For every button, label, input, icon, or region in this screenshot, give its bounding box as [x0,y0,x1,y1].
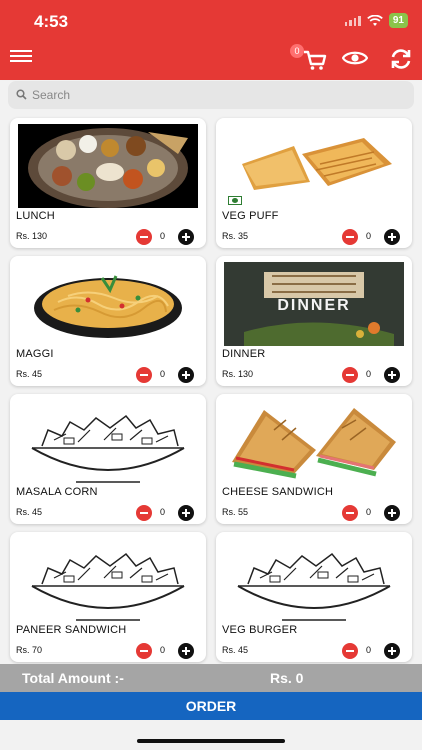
item-price: Rs. 45 [16,507,43,517]
item-quantity: 0 [366,645,372,655]
item-name: VEG BURGER [222,624,298,636]
item-quantity: 0 [160,507,166,517]
decrease-quantity-button[interactable] [136,367,152,383]
salad-bowl-sketch-image [18,400,198,484]
total-amount-label: Total Amount :- [22,670,124,686]
item-name: VEG PUFF [222,210,279,222]
sync-icon[interactable] [389,47,413,71]
decrease-quantity-button[interactable] [136,643,152,659]
menu-item-card[interactable]: CHEESE SANDWICH Rs. 55 0 [216,394,412,524]
item-name: CHEESE SANDWICH [222,486,334,498]
item-price: Rs. 130 [16,231,48,241]
increase-quantity-button[interactable] [384,367,400,383]
veg-puff-image [224,124,404,208]
menu-item-card[interactable]: MAGGI Rs. 45 0 [10,256,206,386]
decrease-quantity-button[interactable] [136,505,152,521]
item-quantity: 0 [160,645,166,655]
app-header: 4:53 91 0 [0,0,422,80]
decrease-quantity-button[interactable] [342,643,358,659]
item-name: PANEER SANDWICH [16,624,127,636]
item-price: Rs. 45 [16,369,43,379]
item-quantity: 0 [366,369,372,379]
increase-quantity-button[interactable] [178,505,194,521]
maggi-noodles-image [18,262,198,346]
menu-item-card[interactable]: VEG PUFF Rs. 35 0 [216,118,412,248]
lunch-thali-image [18,124,198,208]
item-name: MASALA CORN [16,486,98,498]
decrease-quantity-button[interactable] [342,367,358,383]
menu-item-card[interactable]: VEG BURGER Rs. 45 0 [216,532,412,662]
increase-quantity-button[interactable] [178,229,194,245]
increase-quantity-button[interactable] [384,643,400,659]
dinner-image: DINNER [224,262,404,346]
salad-bowl-sketch-image [18,538,198,622]
menu-icon[interactable] [10,50,32,66]
item-quantity: 0 [366,507,372,517]
search-bar [8,81,414,109]
search-input[interactable] [32,86,402,104]
item-price: Rs. 130 [222,369,254,379]
total-amount-value: Rs. 0 [270,670,304,686]
menu-item-card[interactable]: MASALA CORN Rs. 45 0 [10,394,206,524]
item-price: Rs. 55 [222,507,249,517]
item-price: Rs. 45 [222,645,249,655]
increase-quantity-button[interactable] [384,229,400,245]
salad-bowl-sketch-image [224,538,404,622]
eye-icon[interactable] [342,49,368,67]
decrease-quantity-button[interactable] [342,229,358,245]
item-name: MAGGI [16,348,54,360]
veg-indicator-icon [228,196,242,205]
order-button[interactable]: ORDER [0,692,422,720]
item-name: DINNER [222,348,266,360]
signal-icon [344,15,361,26]
search-icon [16,89,27,100]
home-indicator [137,739,285,743]
item-name: LUNCH [16,210,55,222]
item-quantity: 0 [160,231,166,241]
item-price: Rs. 70 [16,645,43,655]
cart-icon [304,50,327,70]
wifi-icon [367,14,383,26]
item-quantity: 0 [366,231,372,241]
cart-button[interactable]: 0 [290,44,327,72]
status-time: 4:53 [34,12,69,31]
menu-item-card[interactable]: PANEER SANDWICH Rs. 70 0 [10,532,206,662]
menu-item-card[interactable]: DINNER DINNER Rs. 130 0 [216,256,412,386]
total-amount-bar: Total Amount :- Rs. 0 [0,664,422,692]
dinner-image-text: DINNER [277,297,350,314]
item-quantity: 0 [160,369,166,379]
increase-quantity-button[interactable] [178,367,194,383]
battery-icon: 91 [388,13,408,28]
cheese-sandwich-image [224,400,404,484]
status-icons: 91 [344,13,408,28]
decrease-quantity-button[interactable] [136,229,152,245]
increase-quantity-button[interactable] [384,505,400,521]
decrease-quantity-button[interactable] [342,505,358,521]
increase-quantity-button[interactable] [178,643,194,659]
menu-item-card[interactable]: LUNCH Rs. 130 0 [10,118,206,248]
item-price: Rs. 35 [222,231,249,241]
